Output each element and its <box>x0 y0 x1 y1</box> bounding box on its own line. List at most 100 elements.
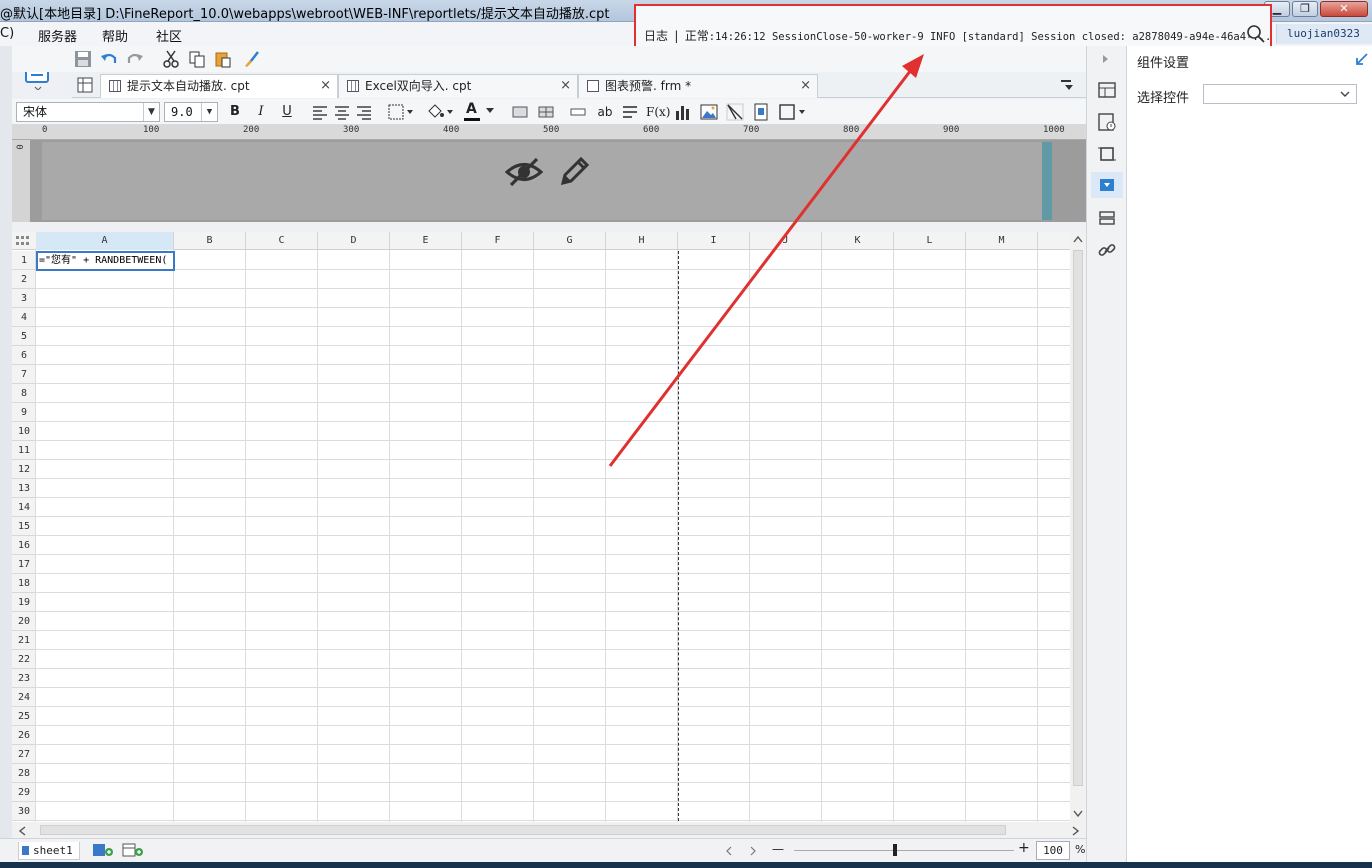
undo-icon[interactable] <box>100 50 118 68</box>
tab-list-icon[interactable] <box>1060 78 1074 92</box>
condition-attribute-icon[interactable] <box>1097 208 1117 228</box>
formula-button[interactable]: F(x) <box>646 103 670 121</box>
fill-color-icon[interactable] <box>426 103 454 121</box>
row-header-23[interactable]: 23 <box>12 669 36 688</box>
zoom-value-input[interactable]: 100 <box>1036 841 1070 860</box>
column-header-h[interactable]: H <box>606 232 678 250</box>
tab-close-icon[interactable]: × <box>320 75 331 97</box>
menu-item-server[interactable]: 服务器 <box>38 26 77 45</box>
column-header-m[interactable]: M <box>966 232 1038 250</box>
row-header-8[interactable]: 8 <box>12 384 36 403</box>
cut-icon[interactable] <box>162 50 180 68</box>
cell-a1[interactable]: ="您有" + RANDBETWEEN( <box>36 251 175 271</box>
menu-item-cut-off[interactable]: C) <box>0 26 14 41</box>
row-header-12[interactable]: 12 <box>12 460 36 479</box>
tab-close-icon[interactable]: × <box>560 75 571 97</box>
row-header-19[interactable]: 19 <box>12 593 36 612</box>
column-header-c[interactable]: C <box>246 232 318 250</box>
row-header-21[interactable]: 21 <box>12 631 36 650</box>
hyperlink-icon[interactable] <box>1097 240 1117 260</box>
column-header-k[interactable]: K <box>822 232 894 250</box>
font-size-select[interactable]: 9.0 ▼ <box>164 102 218 122</box>
zoom-in-button[interactable]: + <box>1018 840 1030 856</box>
split-cells-icon[interactable] <box>538 104 554 120</box>
rich-text-icon[interactable] <box>622 104 638 120</box>
row-header-3[interactable]: 3 <box>12 289 36 308</box>
hide-header-icon[interactable] <box>505 155 543 189</box>
row-header-10[interactable]: 10 <box>12 422 36 441</box>
column-header-d[interactable]: D <box>318 232 390 250</box>
row-header-17[interactable]: 17 <box>12 555 36 574</box>
chevron-right-icon[interactable] <box>1072 826 1080 836</box>
italic-button[interactable]: I <box>252 103 270 121</box>
bold-button[interactable]: B <box>226 103 244 121</box>
cell-attribute-icon[interactable] <box>1097 112 1117 132</box>
text-style-button[interactable]: ab <box>594 103 616 121</box>
row-header-30[interactable]: 30 <box>12 802 36 821</box>
select-all-icon[interactable] <box>16 236 30 246</box>
column-header-j[interactable]: J <box>750 232 822 250</box>
float-attribute-icon[interactable] <box>1097 144 1117 164</box>
add-dashboard-sheet-icon[interactable] <box>122 843 144 857</box>
row-header-9[interactable]: 9 <box>12 403 36 422</box>
chevron-right-icon[interactable] <box>1101 54 1111 64</box>
row-header-22[interactable]: 22 <box>12 650 36 669</box>
spreadsheet-grid[interactable]: ABCDEFGHIJKLM 1 2 3 4 5 6 7 8 9 10 11 12 13 14 15 16 17 1… <box>12 232 1070 822</box>
edit-header-icon[interactable] <box>557 155 591 189</box>
align-left-icon[interactable] <box>312 104 328 120</box>
font-family-select[interactable]: 宋体 ▼ <box>16 102 160 122</box>
row-header-11[interactable]: 11 <box>12 441 36 460</box>
chevron-right-icon[interactable] <box>750 846 756 856</box>
column-header-e[interactable]: E <box>390 232 462 250</box>
column-header-i[interactable]: I <box>678 232 750 250</box>
row-header-26[interactable]: 26 <box>12 726 36 745</box>
column-header-f[interactable]: F <box>462 232 534 250</box>
chevron-down-icon[interactable] <box>1073 810 1083 818</box>
row-header-28[interactable]: 28 <box>12 764 36 783</box>
column-header-g[interactable]: G <box>534 232 606 250</box>
search-icon[interactable] <box>1246 24 1266 44</box>
tab-chart-alert[interactable]: 图表预警. frm * × <box>578 74 818 98</box>
format-painter-icon[interactable] <box>242 50 260 68</box>
row-header-15[interactable]: 15 <box>12 517 36 536</box>
select-widget-dropdown[interactable] <box>1203 84 1357 104</box>
maximize-button[interactable]: ❐ <box>1292 1 1318 17</box>
sheet-tab-sheet1[interactable]: sheet1 <box>18 842 80 860</box>
row-header-5[interactable]: 5 <box>12 327 36 346</box>
zoom-slider-thumb[interactable] <box>893 844 897 856</box>
image-icon[interactable] <box>700 103 718 121</box>
column-header-a[interactable]: A <box>36 232 174 250</box>
row-header-24[interactable]: 24 <box>12 688 36 707</box>
align-right-icon[interactable] <box>356 104 372 120</box>
row-header-13[interactable]: 13 <box>12 479 36 498</box>
row-header-29[interactable]: 29 <box>12 783 36 802</box>
menu-item-community[interactable]: 社区 <box>156 26 182 45</box>
tab-hint-text-autoplay[interactable]: 提示文本自动播放. cpt × <box>100 74 338 98</box>
slash-cell-icon[interactable] <box>726 103 744 121</box>
font-color-button[interactable]: A <box>464 101 498 122</box>
row-header-16[interactable]: 16 <box>12 536 36 555</box>
cell-element-icon[interactable] <box>1097 80 1117 100</box>
merge-cells-icon[interactable] <box>512 104 528 120</box>
redo-icon[interactable] <box>126 50 144 68</box>
insert-text-icon[interactable] <box>570 104 586 120</box>
save-icon[interactable] <box>74 50 92 68</box>
border-icon[interactable] <box>388 104 414 120</box>
vertical-scrollbar[interactable] <box>1070 232 1086 822</box>
sub-report-icon[interactable] <box>752 103 770 121</box>
user-name[interactable]: luojian0323 <box>1276 24 1372 44</box>
sheet-grid-icon[interactable] <box>76 76 94 94</box>
paste-icon[interactable] <box>214 50 232 68</box>
page-header-area[interactable] <box>12 140 1086 222</box>
row-header-14[interactable]: 14 <box>12 498 36 517</box>
horizontal-scroll-thumb[interactable] <box>40 825 1006 835</box>
row-header-20[interactable]: 20 <box>12 612 36 631</box>
tab-close-icon[interactable]: × <box>800 75 811 97</box>
tab-excel-import[interactable]: Excel双向导入. cpt × <box>338 74 578 98</box>
add-report-sheet-icon[interactable] <box>92 843 114 857</box>
menu-item-help[interactable]: 帮助 <box>102 26 128 45</box>
row-header-18[interactable]: 18 <box>12 574 36 593</box>
zoom-slider-track[interactable] <box>794 850 1014 851</box>
column-header-l[interactable]: L <box>894 232 966 250</box>
zoom-out-button[interactable]: — <box>772 842 784 856</box>
